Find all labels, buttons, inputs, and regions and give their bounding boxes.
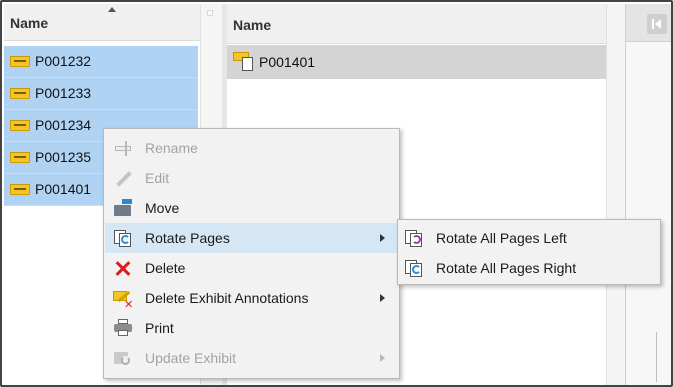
submenu-arrow-icon	[380, 234, 385, 242]
list-item-label: P001401	[35, 181, 92, 197]
menu-item-label: Rename	[145, 140, 198, 156]
page-row[interactable]: P001401	[227, 45, 606, 79]
submenu-item-label: Rotate All Pages Left	[436, 230, 567, 246]
left-name-column-header[interactable]: Name	[4, 4, 200, 41]
exhibit-tag-icon	[10, 120, 30, 131]
submenu-arrow-icon	[380, 294, 385, 302]
list-item-label: P001234	[35, 117, 92, 133]
menu-item-rename[interactable]: Rename	[105, 133, 399, 163]
collapse-first-icon[interactable]	[647, 14, 667, 34]
list-item[interactable]: P001233	[4, 78, 198, 110]
sort-ascending-icon	[108, 7, 116, 12]
menu-item-label: Edit	[145, 170, 170, 186]
pencil-icon	[113, 169, 133, 187]
right-scrollbar[interactable]	[606, 4, 625, 385]
menu-item-print[interactable]: Print	[105, 313, 399, 343]
menu-item-label: Update Exhibit	[145, 350, 237, 366]
menu-item-update-exhibit[interactable]: Update Exhibit	[105, 343, 399, 373]
menu-item-label: Print	[145, 320, 174, 336]
side-panel-header	[626, 4, 671, 42]
menu-item-edit[interactable]: Edit	[105, 163, 399, 193]
menu-item-rotate-pages[interactable]: Rotate Pages	[105, 223, 399, 253]
exhibit-tag-icon	[10, 152, 30, 163]
menu-item-delete-exhibit-annotations[interactable]: ✕ Delete Exhibit Annotations	[105, 283, 399, 313]
submenu-item-label: Rotate All Pages Right	[436, 260, 577, 276]
rotate-pages-submenu: Rotate All Pages Left Rotate All Pages R…	[397, 219, 661, 285]
delete-annotations-icon: ✕	[113, 289, 133, 311]
menu-item-label: Rotate Pages	[145, 230, 230, 246]
submenu-arrow-icon	[380, 354, 385, 362]
scrollbar-cap	[207, 10, 213, 16]
menu-item-label: Delete	[145, 260, 186, 276]
menu-item-label: Move	[145, 200, 180, 216]
move-folder-icon	[113, 199, 133, 217]
rename-icon	[113, 139, 133, 157]
side-divider	[656, 332, 657, 382]
rotate-left-icon	[404, 229, 424, 247]
exhibit-tag-icon	[10, 184, 30, 195]
list-item-label: P001235	[35, 149, 92, 165]
side-panel	[625, 4, 671, 385]
left-header-label: Name	[10, 15, 49, 31]
menu-item-move[interactable]: Move	[105, 193, 399, 223]
menu-item-label: Delete Exhibit Annotations	[145, 290, 309, 306]
page-row-label: P001401	[259, 54, 316, 70]
context-menu: Rename Edit Move Rotate Pages Delete ✕ D…	[103, 128, 400, 379]
submenu-item-rotate-left[interactable]: Rotate All Pages Left	[399, 223, 659, 253]
delete-x-icon	[113, 259, 133, 277]
right-name-column-header[interactable]: Name	[227, 4, 606, 44]
submenu-item-rotate-right[interactable]: Rotate All Pages Right	[399, 253, 659, 283]
list-item-label: P001232	[35, 53, 92, 69]
rotate-pages-icon	[113, 229, 133, 247]
list-item[interactable]: P001232	[4, 46, 198, 78]
menu-item-delete[interactable]: Delete	[105, 253, 399, 283]
printer-icon	[113, 319, 133, 337]
right-header-label: Name	[233, 17, 272, 33]
list-item-label: P001233	[35, 85, 92, 101]
exhibit-page-icon	[233, 52, 255, 72]
exhibit-tag-icon	[10, 56, 30, 67]
rotate-right-icon	[404, 259, 424, 277]
update-exhibit-icon	[113, 349, 133, 367]
exhibit-tag-icon	[10, 88, 30, 99]
